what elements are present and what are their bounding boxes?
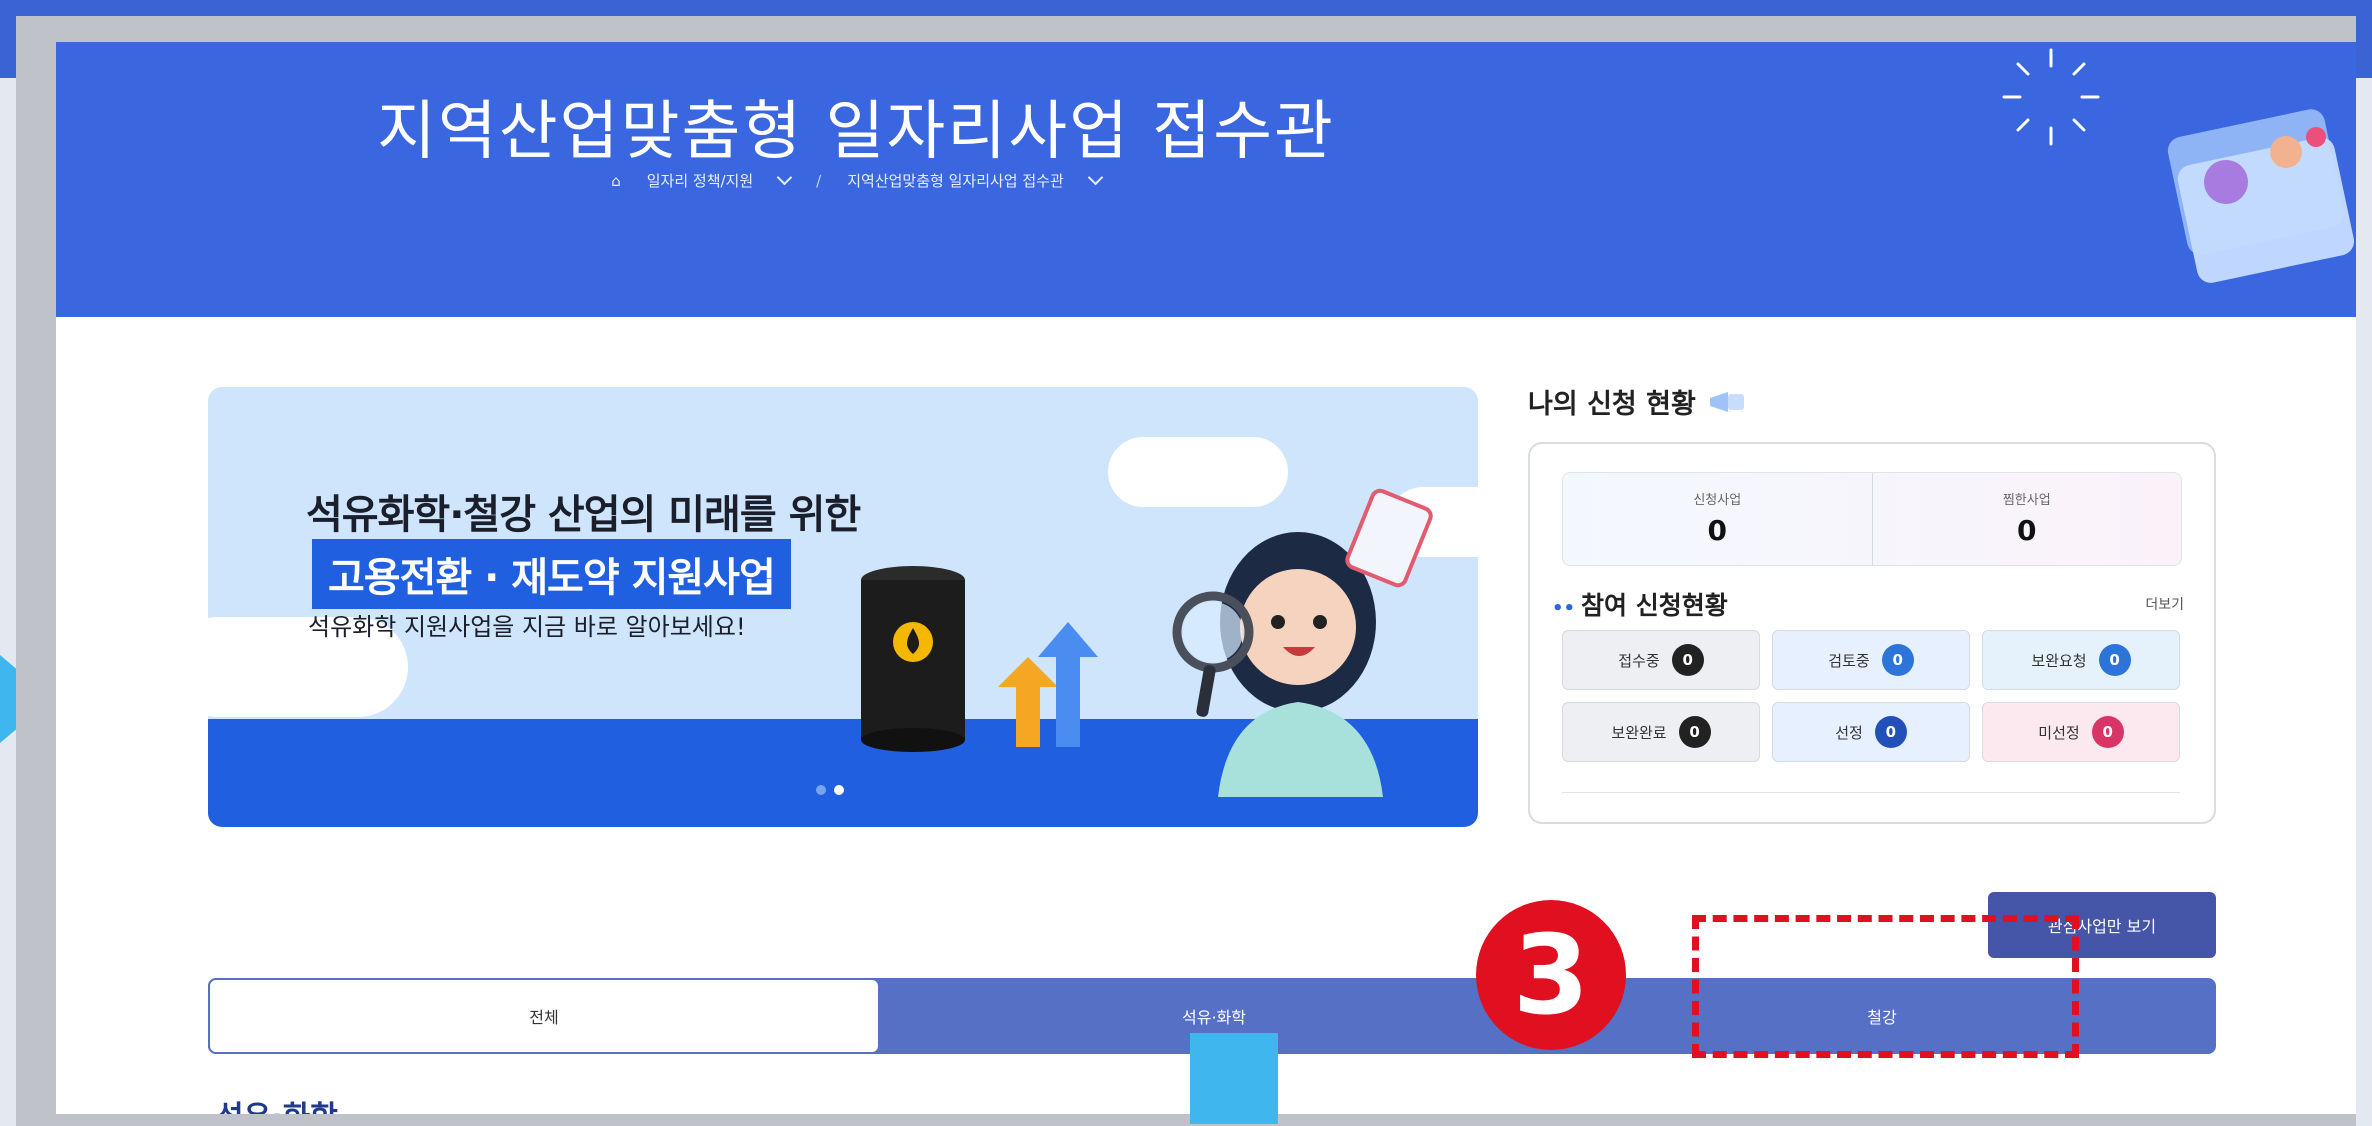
count-label: 신청사업 — [1693, 493, 1742, 508]
bullet-icon: •• — [1552, 598, 1576, 619]
banner-headline: 석유화학·철강 산업의 미래를 위한 — [306, 492, 861, 538]
status-label: 선정 — [1835, 723, 1863, 742]
status-count-badge: 0 — [2098, 644, 2131, 676]
application-status-card: 신청사업 0 찜한사업 0 •• 참여 신청현황 더보기 접수중 0 검토중 0… — [1528, 442, 2216, 824]
page-title: 지역산업맞춤형 일자리사업 접수관 — [377, 95, 1335, 169]
promo-banner[interactable]: 석유화학·철강 산업의 미래를 위한 고용전환 · 재도약 지원사업 석유화학 … — [208, 387, 1478, 827]
status-label: 보완완료 — [1611, 723, 1667, 742]
highlight-marker — [1190, 1033, 1278, 1124]
carousel-indicator — [816, 785, 844, 795]
status-not-selected[interactable]: 미선정 0 — [1982, 702, 2180, 762]
breadcrumb: ⌂ 일자리 정책/지원 / 지역산업맞춤형 일자리사업 접수관 — [56, 169, 1656, 191]
sparkle-icon — [2002, 48, 2100, 146]
status-supplement-done[interactable]: 보완완료 0 — [1562, 702, 1760, 762]
oil-barrel-icon — [861, 566, 965, 752]
step-number-marker: 3 — [1476, 900, 1626, 1050]
breadcrumb-item-policy[interactable]: 일자리 정책/지원 — [647, 170, 753, 191]
home-icon[interactable]: ⌂ — [611, 172, 621, 190]
status-count-badge: 0 — [1678, 716, 1711, 748]
carousel-dot-active[interactable] — [834, 785, 844, 795]
status-label: 미선정 — [2038, 723, 2080, 742]
status-supplement-request[interactable]: 보완요청 0 — [1982, 630, 2180, 690]
status-count-badge: 0 — [1881, 644, 1914, 676]
banner-subtext: 석유화학 지원사업을 지금 바로 알아보세요! — [308, 613, 746, 641]
chevron-down-icon[interactable] — [776, 169, 793, 186]
participation-title-text: 참여 신청현황 — [1581, 591, 1728, 620]
megaphone-icon — [1709, 391, 1744, 412]
growth-arrows-icon — [998, 622, 1098, 747]
application-counts: 신청사업 0 찜한사업 0 — [1562, 472, 2182, 566]
carousel-dot[interactable] — [816, 785, 826, 795]
section-heading: 석유·화학 — [216, 1092, 338, 1114]
folder-illustration-icon — [2167, 109, 2355, 283]
status-count-badge: 0 — [1874, 716, 1907, 748]
count-label: 찜한사업 — [2002, 493, 2051, 508]
character-illustration-icon — [1172, 488, 1433, 797]
status-title-text: 나의 신청 현황 — [1528, 389, 1696, 420]
bookmarked-count[interactable]: 찜한사업 0 — [1871, 473, 2182, 565]
banner-highlight: 고용전환 · 재도약 지원사업 — [312, 539, 791, 609]
status-grid: 접수중 0 검토중 0 보완요청 0 보완완료 0 선정 0 미선정 0 — [1562, 630, 2180, 762]
count-value: 0 — [2017, 514, 2037, 547]
more-link[interactable]: 더보기 — [2145, 594, 2184, 614]
breadcrumb-item-current[interactable]: 지역산업맞춤형 일자리사업 접수관 — [847, 170, 1064, 191]
status-label: 검토중 — [1828, 651, 1870, 670]
status-count-badge: 0 — [1671, 644, 1704, 676]
count-value: 0 — [1707, 514, 1727, 547]
status-count-badge: 0 — [2091, 716, 2124, 748]
card-divider — [1562, 792, 2180, 793]
status-section-title: 나의 신청 현황 — [1528, 382, 1748, 421]
breadcrumb-separator: / — [816, 171, 822, 190]
status-label: 보완요청 — [2031, 651, 2087, 670]
tab-all[interactable]: 전체 — [208, 978, 880, 1054]
status-selected[interactable]: 선정 0 — [1772, 702, 1970, 762]
status-reviewing[interactable]: 검토중 0 — [1772, 630, 1970, 690]
participation-header: •• 참여 신청현황 더보기 — [1552, 586, 2184, 622]
hero-header: 지역산업맞춤형 일자리사업 접수관 ⌂ 일자리 정책/지원 / 지역산업맞춤형 … — [56, 42, 2356, 317]
applied-count[interactable]: 신청사업 0 — [1563, 473, 1872, 565]
status-label: 접수중 — [1618, 651, 1660, 670]
chevron-down-icon[interactable] — [1087, 169, 1104, 186]
participation-title: •• 참여 신청현황 — [1552, 586, 1728, 622]
status-received[interactable]: 접수중 0 — [1562, 630, 1760, 690]
highlight-dashed-box — [1692, 915, 2079, 1058]
